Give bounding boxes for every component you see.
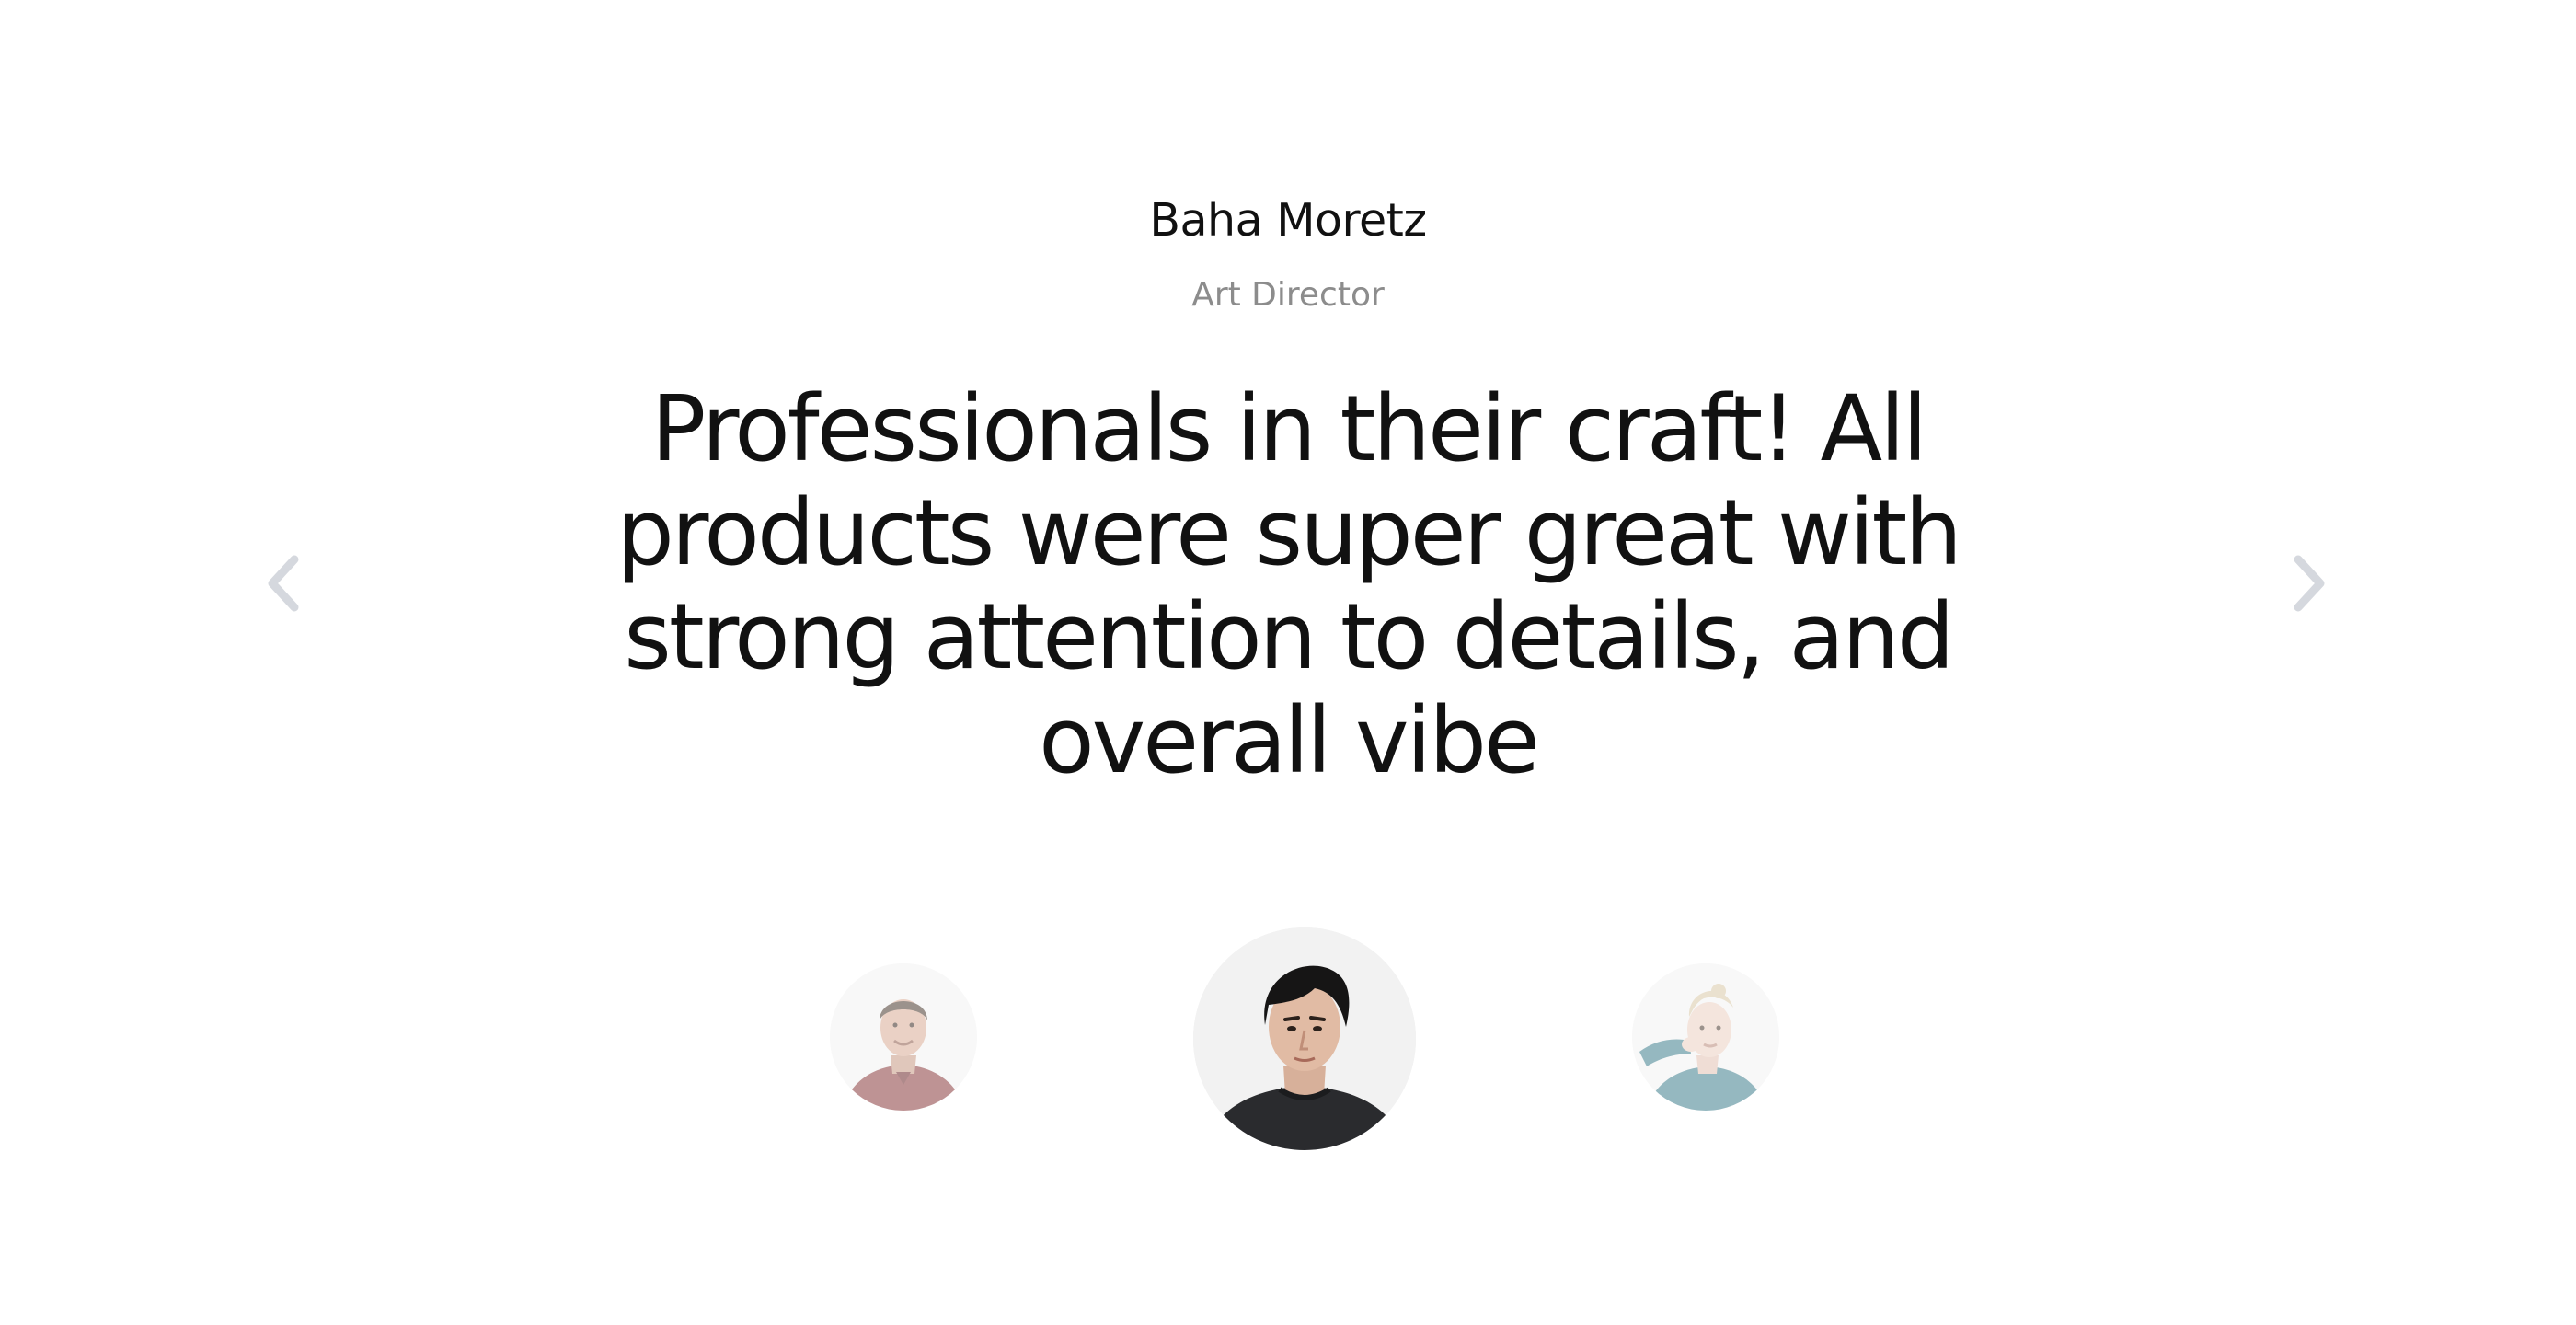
avatar-center-image [1193, 928, 1416, 1150]
avatar-center[interactable] [1193, 928, 1416, 1150]
testimonial-section: Baha Moretz Art Director Professionals i… [0, 0, 2576, 1325]
testimonial-quote: Professionals in their craft! All produc… [615, 376, 1962, 794]
avatar-right[interactable] [1632, 963, 1779, 1111]
avatar-left[interactable] [830, 963, 977, 1111]
avatar-left-image [830, 963, 977, 1111]
author-role: Art Director [1191, 276, 1385, 314]
prev-slide-button[interactable] [256, 548, 315, 618]
next-slide-button[interactable] [2278, 548, 2337, 618]
chevron-left-icon [268, 555, 299, 612]
author-name: Baha Moretz [1149, 194, 1427, 247]
avatar-right-image [1632, 963, 1779, 1111]
chevron-right-icon [2294, 555, 2325, 612]
